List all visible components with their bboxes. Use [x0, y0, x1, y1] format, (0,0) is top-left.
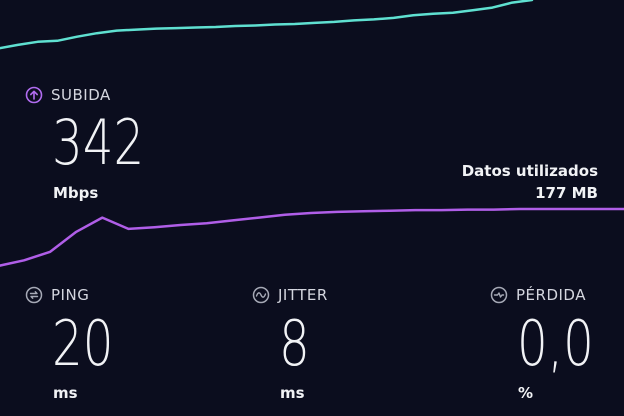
download-graph	[0, 0, 534, 50]
packet-loss-unit: %	[518, 384, 534, 402]
jitter-label: JITTER	[278, 286, 328, 304]
ping-unit: ms	[53, 384, 78, 402]
data-used: Datos utilizados 177 MB	[462, 160, 598, 204]
data-used-label: Datos utilizados	[461, 162, 598, 180]
jitter-value: 8	[279, 307, 310, 380]
packet-loss-icon	[490, 286, 508, 304]
upload-graph	[0, 207, 624, 267]
jitter-unit: ms	[280, 384, 305, 402]
packet-loss-header: PÉRDIDA	[490, 286, 586, 304]
jitter-icon	[252, 286, 270, 304]
upload-label: SUBIDA	[51, 86, 111, 104]
ping-icon	[25, 286, 43, 304]
arrow-up-circle-icon	[25, 86, 43, 104]
ping-header: PING	[25, 286, 89, 304]
upload-graph-line	[0, 207, 624, 267]
download-graph-line	[0, 0, 534, 50]
upload-speed-value: 342	[52, 106, 145, 179]
packet-loss-value: 0,0	[517, 307, 594, 380]
ping-value: 20	[52, 307, 114, 380]
packet-loss-label: PÉRDIDA	[516, 286, 586, 304]
jitter-header: JITTER	[252, 286, 328, 304]
ping-label: PING	[51, 286, 90, 304]
upload-header: SUBIDA	[25, 86, 111, 104]
